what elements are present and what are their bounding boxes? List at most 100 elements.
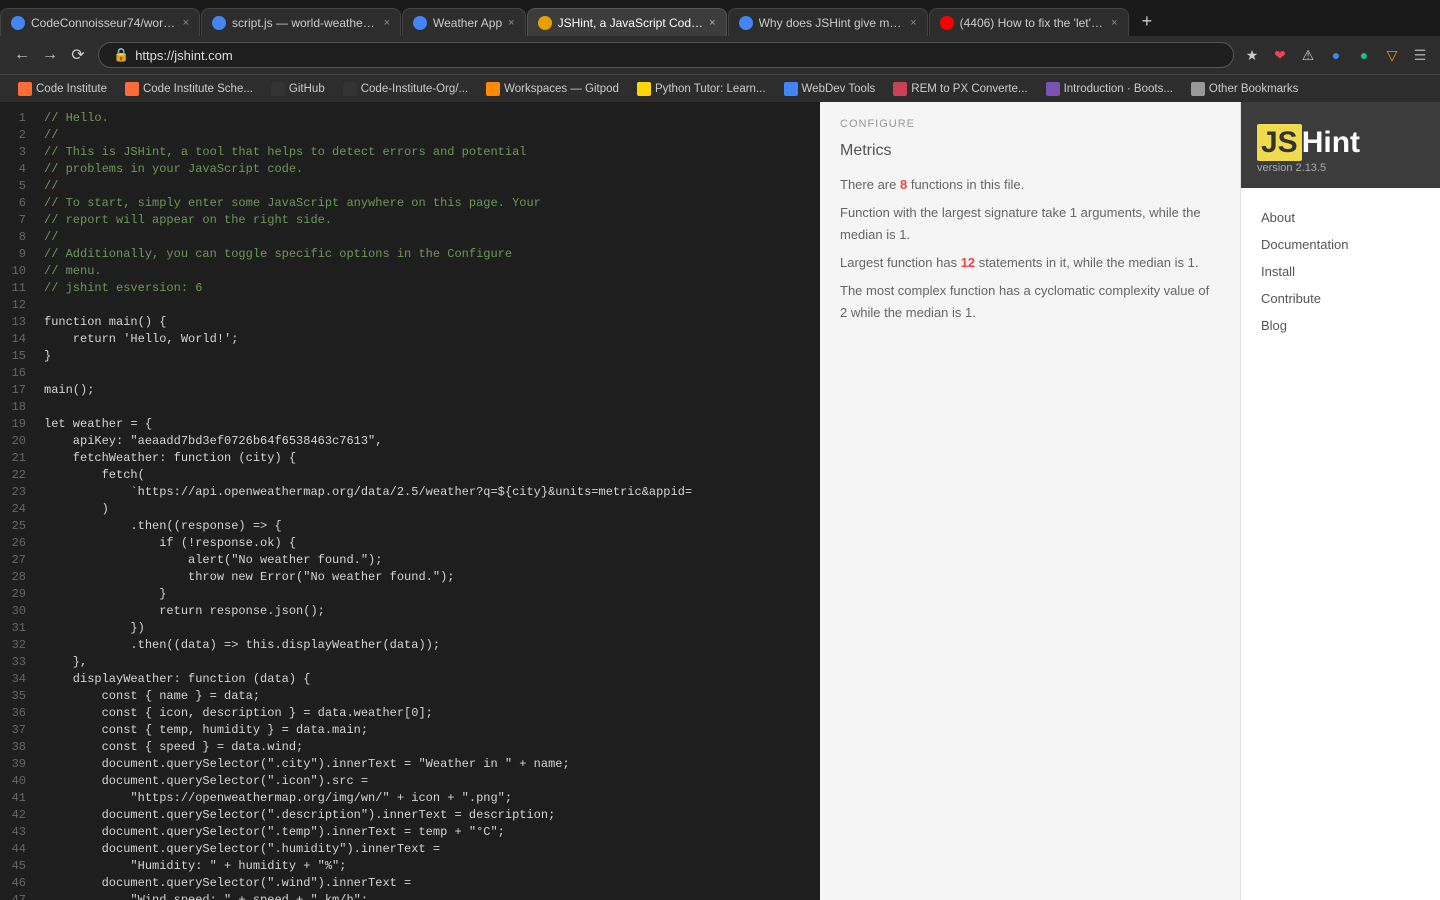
code-line-42: document.querySelector(".description").i…	[44, 807, 820, 824]
code-line-40: document.querySelector(".icon").src =	[44, 773, 820, 790]
line-number-40: 40	[0, 773, 36, 790]
line-number-23: 23	[0, 484, 36, 501]
tab-close-tab4[interactable]: ×	[709, 17, 715, 29]
code-content[interactable]: // Hello.//// This is JSHint, a tool tha…	[36, 102, 820, 900]
line-numbers: 1234567891011121314151617181920212223242…	[0, 102, 36, 900]
line-number-28: 28	[0, 569, 36, 586]
code-line-32: .then((data) => this.displayWeather(data…	[44, 637, 820, 654]
code-line-30: return response.json();	[44, 603, 820, 620]
settings-icon[interactable]: ☰	[1410, 45, 1430, 65]
bookmark-item-1[interactable]: Code Institute Sche...	[117, 80, 261, 98]
line-number-12: 12	[0, 297, 36, 314]
tab-title-tab4: JSHint, a JavaScript Code Quality T...	[558, 16, 704, 30]
security-icon: 🔒	[113, 47, 129, 63]
address-bar: ← → ⟳ 🔒 https://jshint.com ★ ❤ ⚠ ● ● ▽ ☰	[0, 36, 1440, 74]
chrome-icon[interactable]: ●	[1326, 45, 1346, 65]
bookmark-label-1: Code Institute Sche...	[143, 83, 253, 95]
code-line-2: //	[44, 127, 820, 144]
profile-icon[interactable]: ●	[1354, 45, 1374, 65]
tab-tab5[interactable]: Why does JSHint give me these i... ×	[728, 8, 928, 36]
line-number-17: 17	[0, 382, 36, 399]
bookmark-icon-5	[637, 82, 651, 96]
tab-close-tab5[interactable]: ×	[910, 17, 916, 29]
line-number-16: 16	[0, 365, 36, 382]
code-line-44: document.querySelector(".humidity").inne…	[44, 841, 820, 858]
line-number-10: 10	[0, 263, 36, 280]
tab-close-tab3[interactable]: ×	[508, 17, 514, 29]
line-number-29: 29	[0, 586, 36, 603]
line-number-33: 33	[0, 654, 36, 671]
code-line-18	[44, 399, 820, 416]
tab-title-tab5: Why does JSHint give me these i...	[759, 16, 905, 30]
code-line-1: // Hello.	[44, 110, 820, 127]
tab-close-tab6[interactable]: ×	[1111, 17, 1117, 29]
code-line-35: const { name } = data;	[44, 688, 820, 705]
sidebar-nav-item-documentation[interactable]: Documentation	[1241, 231, 1440, 258]
code-line-43: document.querySelector(".temp").innerTex…	[44, 824, 820, 841]
line-number-14: 14	[0, 331, 36, 348]
bookmark-label-9: Other Bookmarks	[1209, 83, 1298, 95]
line-number-46: 46	[0, 875, 36, 892]
bookmark-item-7[interactable]: REM to PX Converte...	[885, 80, 1035, 98]
pocket-icon[interactable]: ❤	[1270, 45, 1290, 65]
code-editor[interactable]: 1234567891011121314151617181920212223242…	[0, 102, 820, 900]
code-line-22: fetch(	[44, 467, 820, 484]
bookmark-icon-0	[18, 82, 32, 96]
tab-tab3[interactable]: Weather App ×	[402, 8, 526, 36]
line-number-47: 47	[0, 892, 36, 900]
bookmark-label-5: Python Tutor: Learn...	[655, 83, 766, 95]
tab-tab2[interactable]: script.js — world-weather-p2 —... ×	[201, 8, 401, 36]
bookmark-star-icon[interactable]: ★	[1242, 45, 1262, 65]
line-number-24: 24	[0, 501, 36, 518]
tab-title-tab1: CodeConnoisseur74/world-wea...	[31, 16, 177, 30]
bookmark-item-8[interactable]: Introduction · Boots...	[1038, 80, 1181, 98]
tab-close-tab2[interactable]: ×	[384, 17, 390, 29]
tab-favicon-tab3	[413, 16, 427, 30]
line-number-5: 5	[0, 178, 36, 195]
tab-bar: CodeConnoisseur74/world-wea... × script.…	[0, 0, 1440, 36]
extension-icon[interactable]: ⚠	[1298, 45, 1318, 65]
bookmark-item-0[interactable]: Code Institute	[10, 80, 115, 98]
code-line-17: main();	[44, 382, 820, 399]
sidebar-nav-item-about[interactable]: About	[1241, 204, 1440, 231]
tab-tab1[interactable]: CodeConnoisseur74/world-wea... ×	[0, 8, 200, 36]
forward-button[interactable]: →	[38, 43, 62, 67]
line-number-41: 41	[0, 790, 36, 807]
code-line-4: // problems in your JavaScript code.	[44, 161, 820, 178]
tab-close-tab1[interactable]: ×	[183, 17, 189, 29]
tab-tab6[interactable]: (4406) How to fix the 'let' is avai... ×	[929, 8, 1129, 36]
sidebar-nav-item-blog[interactable]: Blog	[1241, 312, 1440, 339]
new-tab-button[interactable]: +	[1134, 11, 1161, 32]
line-number-34: 34	[0, 671, 36, 688]
bookmark-item-9[interactable]: Other Bookmarks	[1183, 80, 1306, 98]
tab-tab4[interactable]: JSHint, a JavaScript Code Quality T... ×	[527, 8, 727, 36]
addon-icon[interactable]: ▽	[1382, 45, 1402, 65]
code-line-28: throw new Error("No weather found.");	[44, 569, 820, 586]
sidebar-nav: AboutDocumentationInstallContributeBlog	[1241, 188, 1440, 355]
code-line-29: }	[44, 586, 820, 603]
line-number-20: 20	[0, 433, 36, 450]
code-line-33: },	[44, 654, 820, 671]
bookmark-label-7: REM to PX Converte...	[911, 83, 1027, 95]
line-number-36: 36	[0, 705, 36, 722]
line-number-2: 2	[0, 127, 36, 144]
bookmark-item-5[interactable]: Python Tutor: Learn...	[629, 80, 774, 98]
bookmark-item-3[interactable]: Code-Institute-Org/...	[335, 80, 476, 98]
code-line-34: displayWeather: function (data) {	[44, 671, 820, 688]
code-line-41: "https://openweathermap.org/img/wn/" + i…	[44, 790, 820, 807]
back-button[interactable]: ←	[10, 43, 34, 67]
line-number-25: 25	[0, 518, 36, 535]
bookmark-label-6: WebDev Tools	[802, 83, 876, 95]
sidebar-nav-item-install[interactable]: Install	[1241, 258, 1440, 285]
line-number-6: 6	[0, 195, 36, 212]
url-bar[interactable]: 🔒 https://jshint.com	[98, 42, 1234, 68]
metric-text-4: The most complex function has a cyclomat…	[840, 280, 1220, 324]
line-number-11: 11	[0, 280, 36, 297]
bookmark-item-4[interactable]: Workspaces — Gitpod	[478, 80, 627, 98]
bookmark-item-6[interactable]: WebDev Tools	[776, 80, 884, 98]
reload-button[interactable]: ⟳	[66, 43, 90, 67]
line-number-18: 18	[0, 399, 36, 416]
bookmark-item-2[interactable]: GitHub	[263, 80, 333, 98]
code-line-19: let weather = {	[44, 416, 820, 433]
sidebar-nav-item-contribute[interactable]: Contribute	[1241, 285, 1440, 312]
